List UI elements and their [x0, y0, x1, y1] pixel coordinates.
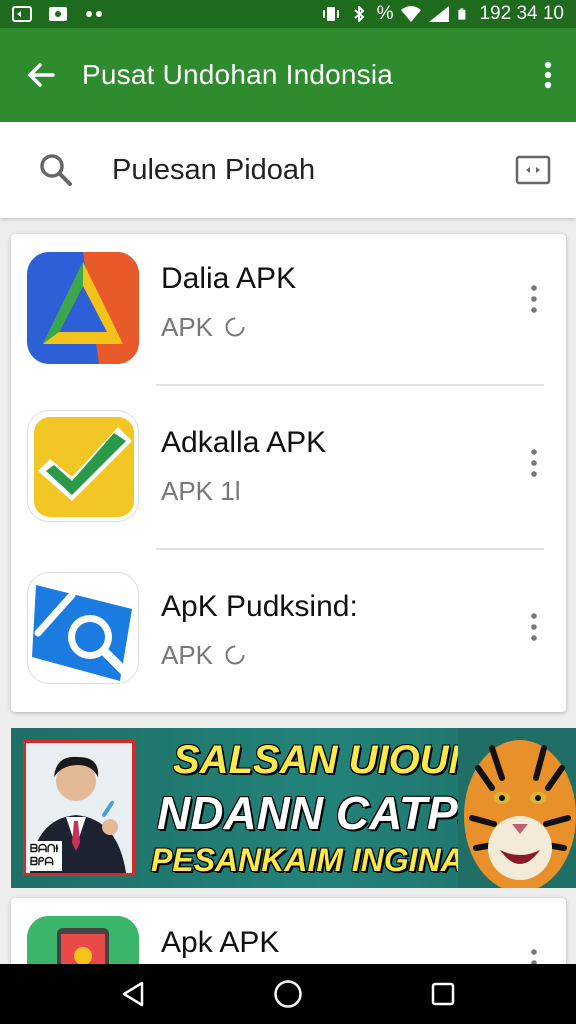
- magnifier-app-icon: [27, 572, 139, 684]
- triangle-back-icon: [123, 981, 144, 1007]
- square-recents-icon: [431, 982, 454, 1006]
- nav-home-button[interactable]: [258, 964, 318, 1024]
- list-item[interactable]: Dalia APK APK: [11, 234, 566, 394]
- list-item[interactable]: Adkalla APK APK 1l: [11, 398, 566, 558]
- presenter-photo: ᗷᗩᑎƗ ᗷᑭᗩ: [23, 740, 135, 876]
- refresh-icon: [225, 317, 245, 337]
- search-input[interactable]: Pulesan Pidoah: [112, 154, 490, 187]
- arrow-left-icon: [28, 63, 55, 87]
- scan-icon: [515, 155, 551, 185]
- battery-percent-label: %: [376, 3, 394, 24]
- check-app-icon: [27, 410, 139, 522]
- app-name: Adkalla APK: [161, 426, 327, 459]
- tiger-image: [458, 728, 576, 888]
- overflow-menu-button[interactable]: [520, 28, 576, 122]
- triangle-app-icon: [27, 252, 139, 364]
- app-name: ApK Pudksind:: [161, 590, 358, 623]
- search-button[interactable]: [0, 153, 112, 187]
- search-bar[interactable]: Pulesan Pidoah: [0, 122, 576, 218]
- list-item[interactable]: ApK Pudksind: APK: [11, 562, 566, 722]
- clock: 192 34 10: [479, 3, 564, 24]
- item-overflow-button[interactable]: [514, 438, 554, 488]
- back-button[interactable]: [0, 28, 82, 122]
- refresh-icon: [225, 645, 245, 665]
- app-subtitle: APK: [161, 640, 246, 671]
- more-vert-icon: [544, 61, 552, 89]
- app-subtitle: APK: [161, 312, 246, 343]
- item-overflow-button[interactable]: [514, 274, 554, 324]
- page-title: Pusat Undohan Indonsia: [82, 59, 394, 90]
- app-subtitle: APK 1l: [161, 476, 241, 506]
- more-vert-icon: [531, 285, 537, 313]
- bluetooth-icon: [353, 6, 365, 22]
- divider: [156, 548, 544, 550]
- app-name: Dalia APK: [161, 262, 297, 295]
- wifi-icon: [401, 6, 422, 22]
- battery-icon: [458, 8, 466, 20]
- system-nav-bar: [0, 964, 576, 1024]
- more-notifications-icon: [86, 11, 102, 17]
- circle-home-icon: [274, 980, 302, 1008]
- photo-caption: ᗷᗩᑎƗ ᗷᑭᗩ: [30, 843, 59, 868]
- app-bar: Pusat Undohan Indonsia: [0, 28, 576, 122]
- app-name: Apk APK: [161, 926, 280, 959]
- image-icon: [49, 7, 67, 21]
- scan-button[interactable]: [490, 155, 576, 185]
- nav-back-button[interactable]: [103, 964, 163, 1024]
- vibrate-icon: [322, 7, 339, 21]
- more-vert-icon: [531, 449, 537, 477]
- signal-icon: [429, 6, 450, 22]
- ad-banner[interactable]: ᗷᗩᑎƗ ᗷᑭᗩ SALSAN UIOUME NDANN CATPS PESAN…: [11, 728, 576, 888]
- item-overflow-button[interactable]: [514, 602, 554, 652]
- app-list: Dalia APK APK Adkalla APK APK 1l ApK Pud…: [11, 234, 566, 712]
- search-icon: [40, 154, 72, 186]
- more-vert-icon: [531, 613, 537, 641]
- nav-recents-button[interactable]: [413, 964, 473, 1024]
- divider: [156, 384, 544, 386]
- notification-icon: [12, 6, 32, 22]
- status-bar: % 192 34 10: [0, 0, 576, 28]
- banner-headline-2: NDANN CATPS: [157, 787, 489, 839]
